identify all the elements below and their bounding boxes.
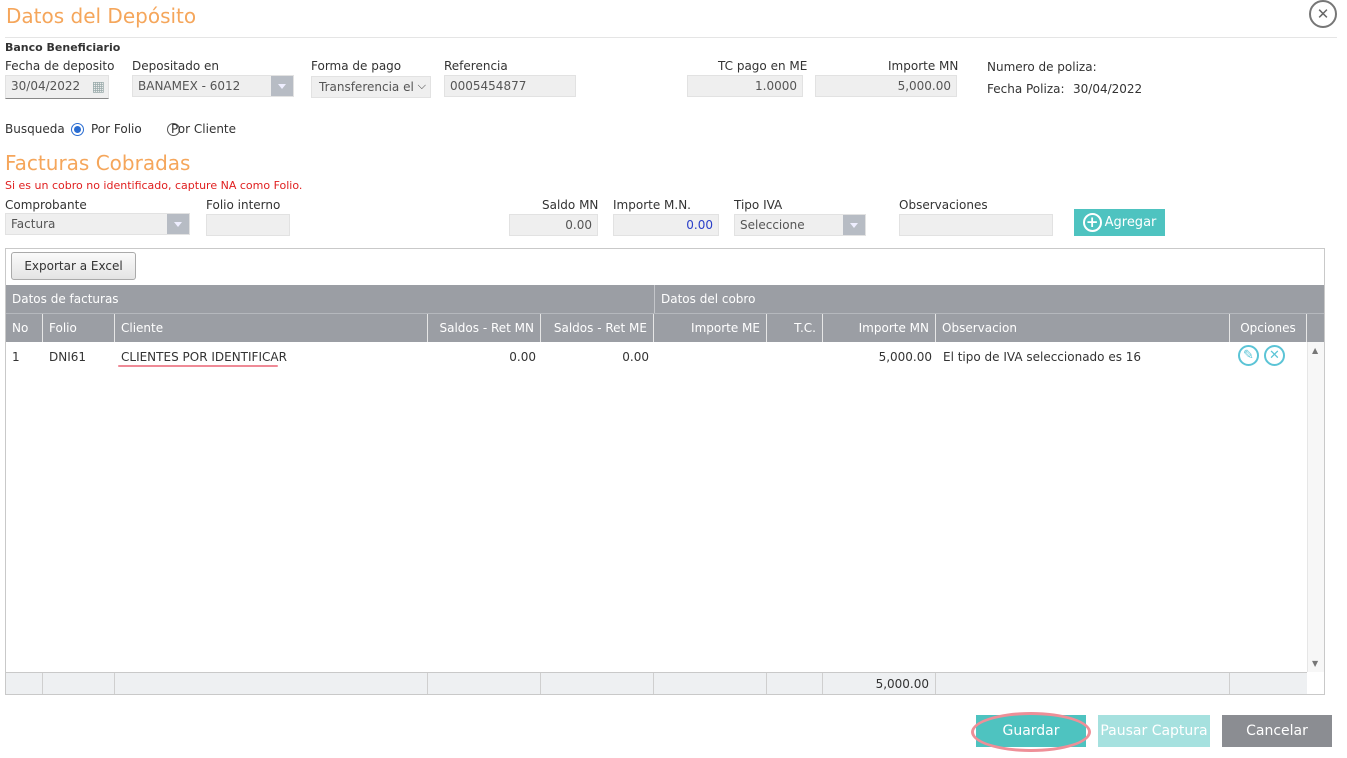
fecha-deposito-value: 30/04/2022	[11, 79, 81, 93]
column-header-row: No Folio Cliente Saldos - Ret MN Saldos …	[6, 314, 1324, 342]
footer-cell	[936, 673, 1230, 694]
cell-saldo-me: 0.00	[622, 350, 649, 364]
chevron-down-icon[interactable]: ⌵	[415, 79, 426, 93]
footer-cell	[6, 673, 43, 694]
grid-footer: 5,000.00	[6, 672, 1307, 694]
tipo-iva-label: Tipo IVA	[734, 198, 783, 212]
col-header-importe-mn[interactable]: Importe MN	[823, 314, 936, 342]
radio-por-folio[interactable]	[71, 123, 84, 136]
delete-x-icon[interactable]: ✕	[1264, 345, 1285, 366]
referencia-label: Referencia	[444, 59, 508, 73]
pausar-captura-button[interactable]: Pausar Captura	[1098, 715, 1210, 747]
folio-interno-field[interactable]	[206, 214, 290, 236]
col-header-importe-me[interactable]: Importe ME	[654, 314, 767, 342]
tipo-iva-value: Seleccione	[740, 218, 805, 232]
por-cliente-label[interactable]: Por Cliente	[171, 122, 236, 136]
por-folio-label[interactable]: Por Folio	[91, 122, 142, 136]
footer-cell	[767, 673, 823, 694]
warning-text: Si es un cobro no identificado, capture …	[5, 179, 303, 192]
export-excel-button[interactable]: Exportar a Excel	[11, 252, 136, 280]
chevron-down-icon[interactable]	[271, 76, 293, 96]
col-header-folio[interactable]: Folio	[43, 314, 115, 342]
scroll-down-icon[interactable]: ▼	[1312, 659, 1318, 668]
calendar-icon[interactable]: ▦	[92, 79, 105, 95]
depositado-value: BANAMEX - 6012	[138, 79, 241, 93]
depositado-select[interactable]: BANAMEX - 6012	[132, 75, 294, 97]
footer-cell	[43, 673, 115, 694]
forma-pago-label: Forma de pago	[311, 59, 402, 73]
referencia-field[interactable]: 0005454877	[444, 75, 576, 97]
banco-section-label: Banco Beneficiario	[5, 41, 121, 54]
footer-cell	[654, 673, 767, 694]
col-header-no[interactable]: No	[6, 314, 43, 342]
close-icon[interactable]: ✕	[1309, 0, 1337, 28]
col-header-cliente[interactable]: Cliente	[115, 314, 428, 342]
cell-folio: DNI61	[49, 350, 87, 364]
pausar-captura-label: Pausar Captura	[1100, 723, 1208, 739]
group-header-facturas: Datos de facturas	[6, 285, 655, 313]
agregar-button[interactable]: + Agregar	[1074, 209, 1165, 236]
tc-label: TC pago en ME	[718, 59, 808, 73]
guardar-label: Guardar	[1002, 723, 1060, 739]
forma-pago-select[interactable]: Transferencia el ⌵	[311, 76, 431, 98]
cancelar-label: Cancelar	[1246, 723, 1308, 739]
fecha-poliza-value: 30/04/2022	[1073, 82, 1143, 96]
plus-circle-icon: +	[1082, 213, 1102, 232]
folio-interno-label: Folio interno	[206, 198, 281, 212]
group-header-row: Datos de facturas Datos del cobro	[6, 285, 1324, 314]
comprobante-value: Factura	[11, 217, 56, 231]
fecha-poliza-label: Fecha Poliza:	[987, 82, 1065, 96]
dialog-title: Datos del Depósito	[6, 4, 197, 28]
edit-pencil-icon[interactable]: ✎	[1238, 345, 1259, 366]
cell-no: 1	[12, 350, 20, 364]
footer-cell	[1230, 673, 1307, 694]
busqueda-label: Busqueda	[5, 122, 65, 136]
tipo-iva-select[interactable]: Seleccione	[734, 214, 866, 236]
observaciones-label: Observaciones	[899, 198, 988, 212]
table-row[interactable]: 1 DNI61 CLIENTES POR IDENTIFICAR 0.00 0.…	[6, 342, 1307, 372]
chevron-down-icon[interactable]	[167, 214, 189, 234]
facturas-grid: Exportar a Excel Datos de facturas Datos…	[5, 248, 1325, 695]
observaciones-field[interactable]	[899, 214, 1053, 236]
importe-mn-field[interactable]: 5,000.00	[815, 75, 957, 97]
depositado-label: Depositado en	[132, 59, 219, 73]
fecha-deposito-label: Fecha de deposito	[5, 59, 115, 73]
scroll-up-icon[interactable]: ▲	[1312, 346, 1318, 355]
col-header-saldo-mn[interactable]: Saldos - Ret MN	[428, 314, 541, 342]
footer-cell	[115, 673, 428, 694]
cliente-highlight-underline	[118, 365, 278, 367]
footer-total-importe-mn: 5,000.00	[823, 673, 936, 694]
cancelar-button[interactable]: Cancelar	[1222, 715, 1332, 747]
col-header-tc[interactable]: T.C.	[767, 314, 823, 342]
cell-saldo-mn: 0.00	[509, 350, 536, 364]
col-header-observacion[interactable]: Observacion	[936, 314, 1230, 342]
footer-cell	[541, 673, 654, 694]
importe-mn-label: Importe MN	[888, 59, 959, 73]
title-divider	[5, 37, 1337, 38]
saldo-mn-label: Saldo MN	[542, 198, 599, 212]
vertical-scrollbar[interactable]: ▲ ▼	[1307, 342, 1324, 672]
group-header-cobro: Datos del cobro	[661, 292, 756, 306]
facturas-title: Facturas Cobradas	[5, 151, 191, 175]
col-header-opciones[interactable]: Opciones	[1230, 314, 1307, 342]
chevron-down-icon[interactable]	[843, 215, 865, 235]
tc-field[interactable]: 1.0000	[687, 75, 803, 97]
importe-mn-input[interactable]: 0.00	[613, 214, 719, 236]
footer-cell	[428, 673, 541, 694]
cell-cliente: CLIENTES POR IDENTIFICAR	[121, 350, 287, 364]
cell-importe-mn: 5,000.00	[878, 350, 932, 364]
col-header-saldo-me[interactable]: Saldos - Ret ME	[541, 314, 654, 342]
guardar-button[interactable]: Guardar	[976, 715, 1086, 747]
comprobante-label: Comprobante	[5, 198, 87, 212]
importe-mn-input-label: Importe M.N.	[613, 198, 691, 212]
cell-observacion: El tipo de IVA seleccionado es 16	[943, 350, 1142, 364]
forma-pago-value: Transferencia el	[319, 80, 414, 94]
agregar-label: Agregar	[1104, 215, 1157, 230]
comprobante-select[interactable]: Factura	[5, 213, 190, 235]
numero-poliza-label: Numero de poliza:	[987, 60, 1097, 74]
fecha-deposito-field[interactable]: 30/04/2022 ▦	[5, 75, 109, 99]
saldo-mn-field[interactable]: 0.00	[509, 214, 598, 236]
